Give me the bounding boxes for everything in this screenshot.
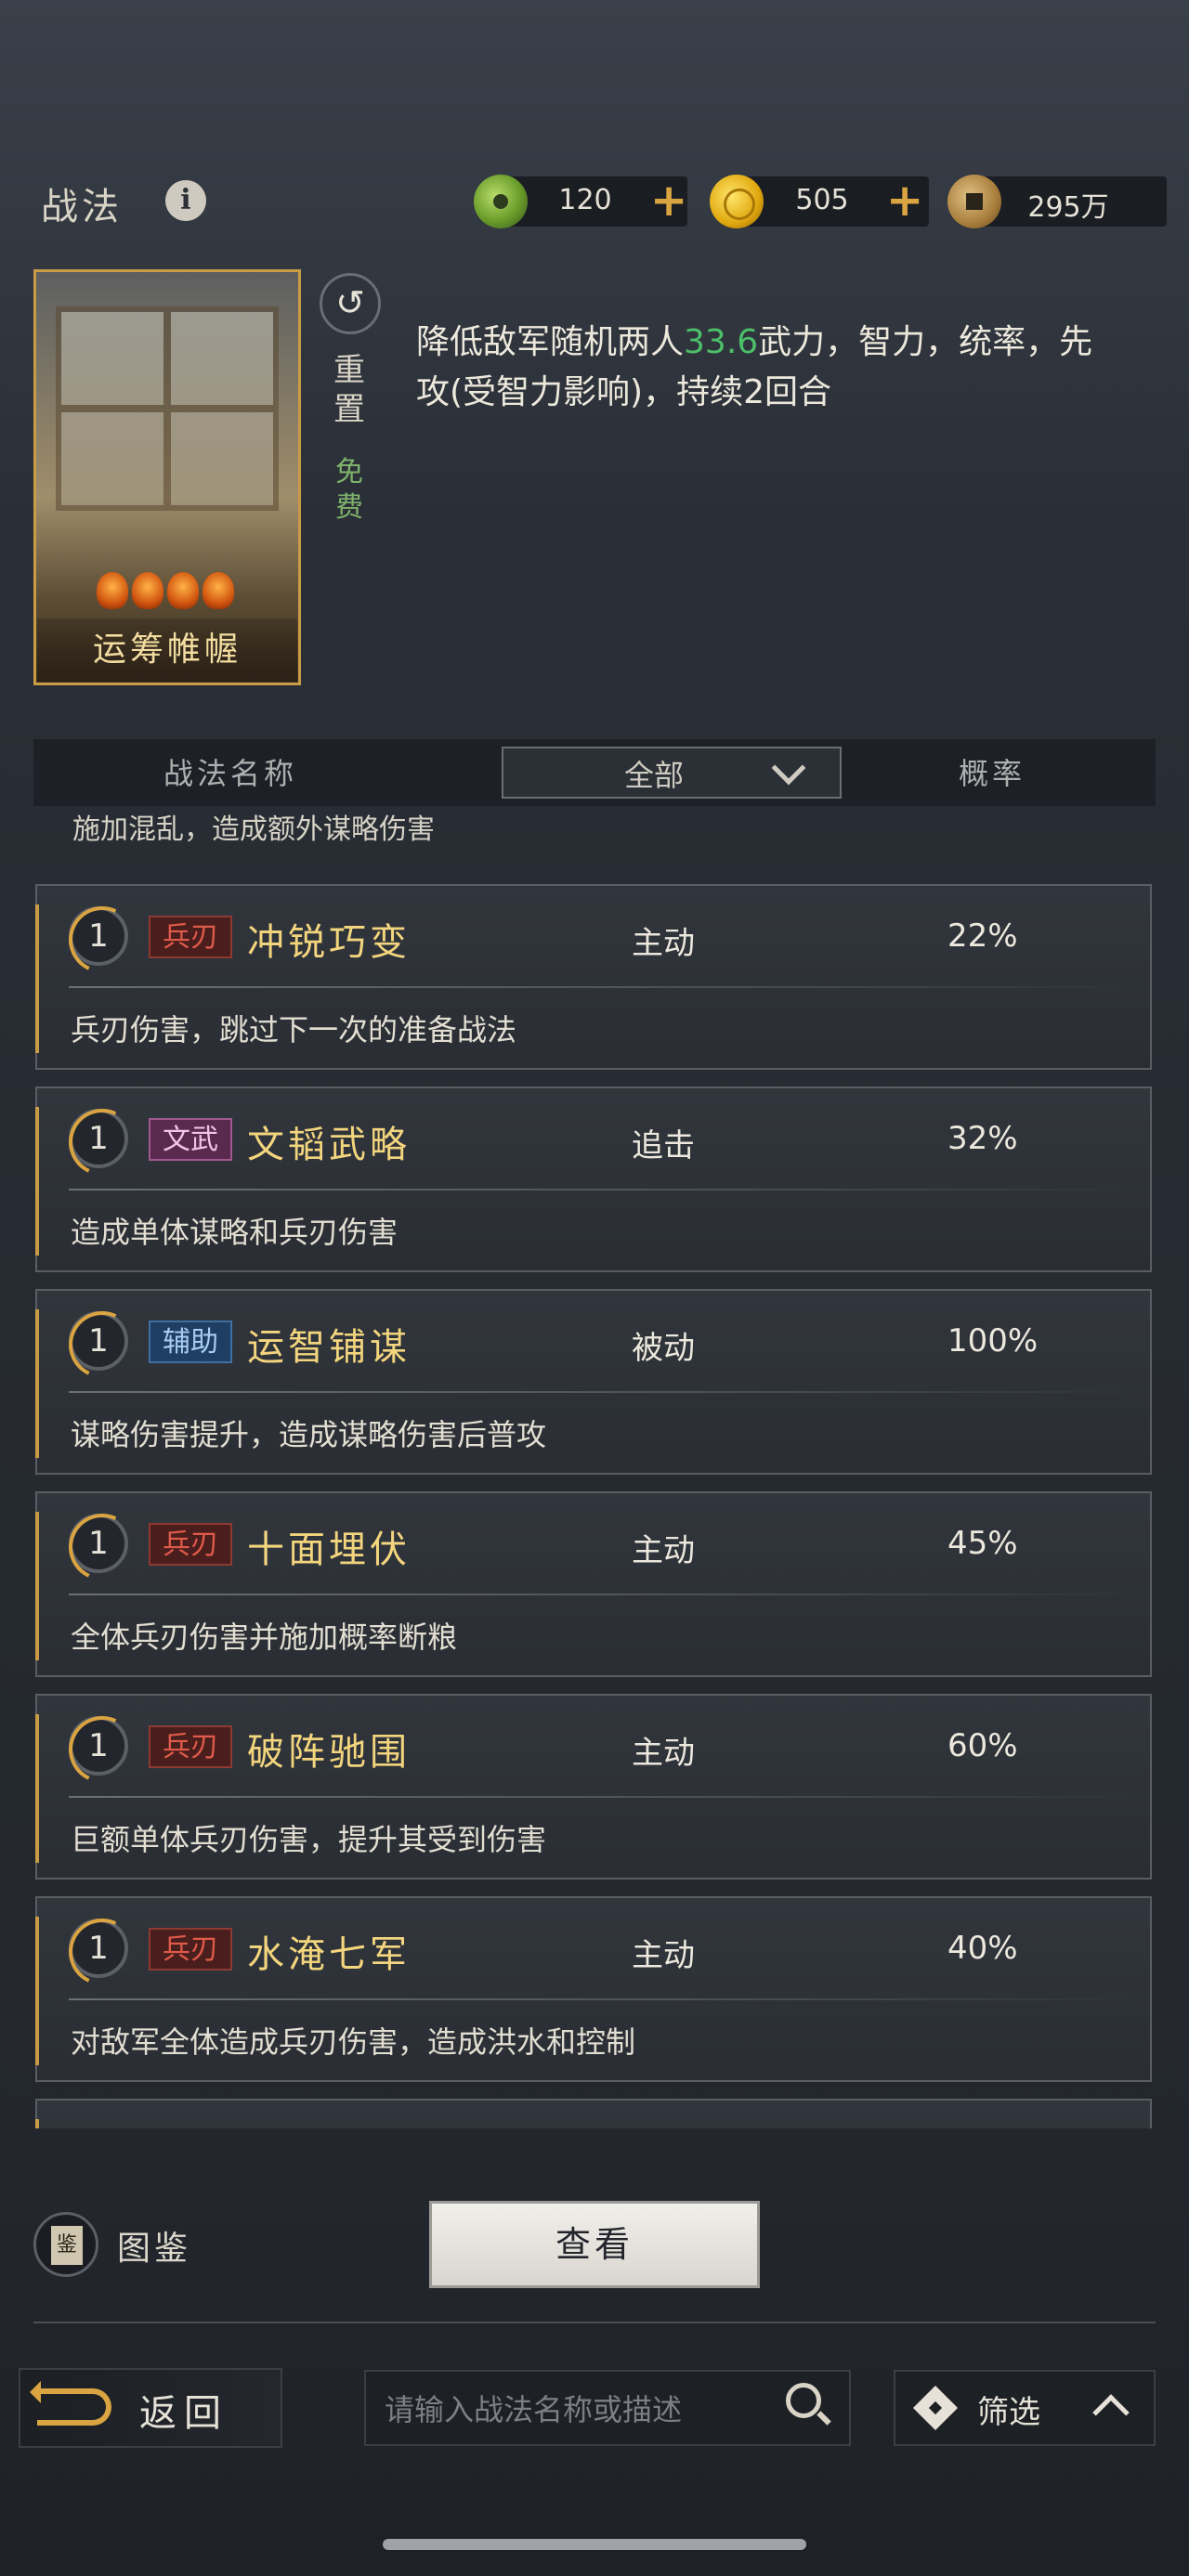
back-arrow-icon[interactable] [30, 2381, 111, 2426]
tactic-type: 被动 [632, 1330, 695, 1367]
tactic-name: 运智铺谋 [247, 1326, 411, 1369]
tactic-row[interactable]: 1 兵刃 十面埋伏 主动 45% 全体兵刃伤害并施加概率断粮 [35, 1491, 1152, 1677]
level-pip-icon [203, 572, 234, 609]
tactic-type: 主动 [632, 1735, 695, 1772]
add-jade-button[interactable]: + [650, 173, 687, 228]
free-label: 免费 [335, 456, 363, 524]
gold-coin-icon [710, 175, 764, 228]
tactic-rate: 40% [947, 1930, 1018, 1967]
back-label[interactable]: 返回 [139, 2383, 229, 2437]
row-divider [69, 1796, 1146, 1798]
home-indicator [383, 2539, 806, 2550]
tactic-name: 水淹七军 [247, 1933, 411, 1976]
row-divider [69, 986, 1146, 988]
tactic-list[interactable]: 施加混乱，造成额外谋略伤害 1 兵刃 冲锐巧变 主动 22% 兵刃伤害，跳过下一次的准备战… [33, 810, 1156, 2128]
filter-label[interactable]: 筛选 [977, 2387, 1040, 2432]
tactic-row[interactable]: 1 辅助 运智铺谋 被动 100% 谋略伤害提升，造成谋略伤害后普攻 [35, 1289, 1152, 1475]
jade-coin-icon [474, 175, 528, 228]
level-pip-icon [167, 572, 199, 609]
tactic-row-partial[interactable] [35, 2099, 1152, 2128]
divider [33, 2322, 1156, 2323]
codex-label[interactable]: 图鉴 [117, 2221, 191, 2270]
gold-value: 505 [795, 184, 849, 216]
card-art [56, 306, 279, 511]
category-tag: 辅助 [149, 1321, 232, 1363]
copper-value: 295万 [1027, 191, 1109, 224]
level-ring: 1 [69, 906, 128, 966]
tactic-value: 33.6 [684, 323, 759, 361]
tactic-rate: 32% [947, 1120, 1018, 1157]
column-name: 战法名称 [163, 756, 298, 791]
level-ring: 1 [69, 1919, 128, 1978]
tactic-type: 主动 [632, 925, 695, 962]
tactic-desc: 兵刃伤害，跳过下一次的准备战法 [71, 1012, 517, 1047]
reset-icon[interactable]: ↺ [320, 273, 381, 334]
tactic-name: 文韬武略 [247, 1124, 411, 1166]
tactic-rate: 22% [947, 917, 1018, 955]
tactic-rate: 60% [947, 1727, 1018, 1764]
tactic-row[interactable]: 1 文武 文韬武略 追击 32% 造成单体谋略和兵刃伤害 [35, 1086, 1152, 1272]
row-divider [69, 1391, 1146, 1393]
search-icon[interactable] [786, 2383, 821, 2418]
tactic-desc: 造成单体谋略和兵刃伤害 [71, 1215, 399, 1250]
level-ring: 1 [69, 1311, 128, 1371]
tactic-type: 主动 [632, 1532, 695, 1569]
category-tag: 兵刃 [149, 1725, 232, 1768]
tactic-row[interactable]: 1 兵刃 冲锐巧变 主动 22% 兵刃伤害，跳过下一次的准备战法 [35, 884, 1152, 1070]
tactic-name: 冲锐巧变 [247, 921, 411, 964]
add-gold-button[interactable]: + [886, 173, 923, 228]
page-title: 战法 [41, 186, 123, 228]
row-divider [69, 1189, 1146, 1190]
tactic-name: 破阵驰围 [247, 1731, 411, 1774]
search-placeholder[interactable]: 请输入战法名称或描述 [385, 2387, 682, 2429]
view-button[interactable]: 查看 [429, 2201, 760, 2288]
tactic-desc: 谋略伤害提升，造成谋略伤害后普攻 [71, 1417, 547, 1452]
tactic-rate: 100% [947, 1322, 1039, 1360]
info-icon[interactable]: i [165, 180, 206, 221]
type-filter-value[interactable]: 全部 [624, 752, 684, 795]
level-ring: 1 [69, 1514, 128, 1573]
card-name: 运筹帷幄 [37, 618, 297, 682]
tactic-name: 十面埋伏 [247, 1529, 411, 1571]
jade-value: 120 [558, 184, 612, 216]
column-rate: 概率 [959, 756, 1026, 791]
codex-icon[interactable]: 鉴 [33, 2212, 98, 2277]
level-pip-icon [97, 572, 128, 609]
category-tag: 兵刃 [149, 1523, 232, 1566]
tactic-desc: 巨额单体兵刃伤害，提升其受到伤害 [71, 1822, 547, 1857]
level-ring: 1 [69, 1716, 128, 1776]
tactic-desc: 对敌军全体造成兵刃伤害，造成洪水和控制 [71, 2024, 636, 2060]
level-pip-icon [132, 572, 163, 609]
level-ring: 1 [69, 1109, 128, 1168]
tactic-desc: 全体兵刃伤害并施加概率断粮 [71, 1620, 458, 1655]
row-divider [69, 1998, 1146, 2000]
row-divider [69, 1594, 1146, 1595]
tactic-rate: 45% [947, 1525, 1018, 1562]
tactic-row[interactable]: 1 兵刃 破阵驰围 主动 60% 巨额单体兵刃伤害，提升其受到伤害 [35, 1694, 1152, 1880]
tactic-row[interactable]: 1 兵刃 水淹七军 主动 40% 对敌军全体造成兵刃伤害，造成洪水和控制 [35, 1896, 1152, 2082]
category-tag: 兵刃 [149, 1928, 232, 1971]
tactic-type: 追击 [632, 1127, 695, 1164]
tactic-description: 降低敌军随机两人33.6武力，智力，统率，先攻(受智力影响)，持续2回合 [416, 323, 1093, 411]
tactic-type: 主动 [632, 1937, 695, 1974]
reset-button-label[interactable]: 重置 [329, 351, 370, 429]
card-level-pips [97, 572, 245, 613]
category-tag: 文武 [149, 1118, 232, 1161]
category-tag: 兵刃 [149, 916, 232, 958]
clipped-row-desc: 施加混乱，造成额外谋略伤害 [72, 813, 435, 846]
copper-coin-icon [947, 175, 1001, 228]
